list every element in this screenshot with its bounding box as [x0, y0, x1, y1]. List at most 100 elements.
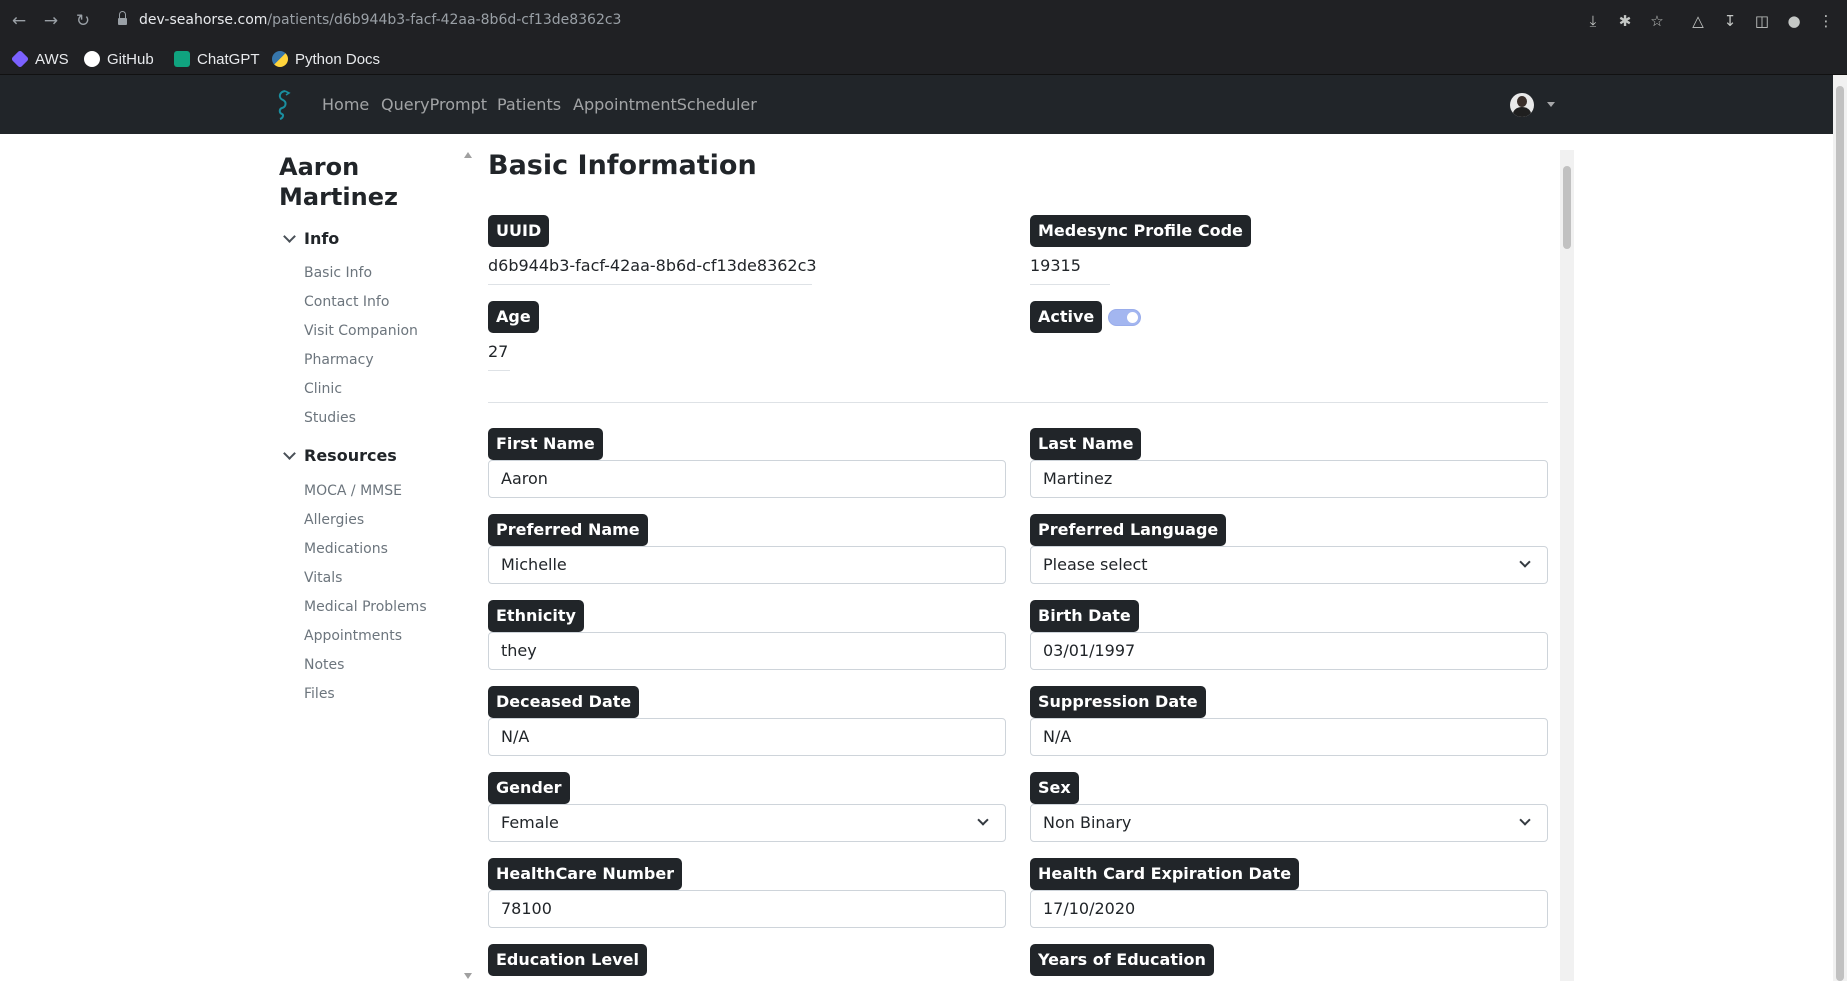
avatar[interactable]	[1510, 93, 1534, 117]
chevron-down-icon[interactable]	[1547, 102, 1555, 107]
section-divider	[488, 402, 1548, 403]
nav-home[interactable]: Home	[322, 95, 369, 114]
health-card-expiration-field[interactable]: 17/10/2020	[1030, 890, 1548, 928]
nav-queryprompt[interactable]: QueryPrompt	[381, 95, 487, 114]
labs-icon[interactable]: △	[1688, 11, 1708, 31]
sidebar-item-vitals[interactable]: Vitals	[304, 570, 342, 586]
url-host: dev-seahorse.com	[139, 12, 268, 28]
chevron-down-icon	[283, 446, 296, 460]
aws-icon	[10, 49, 30, 69]
panel-scrollbar[interactable]	[1560, 150, 1574, 981]
sex-select[interactable]: Non Binary	[1030, 804, 1548, 842]
preferred-language-value: Please select	[1043, 555, 1148, 574]
panel-scrollbar-thumb[interactable]	[1563, 166, 1571, 249]
bookmark-github[interactable]: GitHub	[84, 50, 154, 68]
sidebar-item-moca-mmse[interactable]: MOCA / MMSE	[304, 483, 402, 499]
sidebar-item-medical-problems[interactable]: Medical Problems	[304, 599, 427, 615]
healthcare-number-label: HealthCare Number	[488, 858, 683, 890]
active-toggle[interactable]	[1108, 309, 1141, 326]
section-resources-title: Resources	[304, 446, 397, 465]
share-icon[interactable]: ✱	[1615, 11, 1635, 31]
section-resources-toggle[interactable]: Resources	[283, 446, 397, 465]
reload-icon[interactable]: ↻	[73, 11, 93, 31]
sidebar-item-visit-companion[interactable]: Visit Companion	[304, 323, 418, 339]
healthcare-number-field[interactable]: 78100	[488, 890, 1006, 928]
panel-scroll-down-icon[interactable]	[464, 973, 472, 979]
preferred-name-field[interactable]: Michelle	[488, 546, 1006, 584]
github-icon	[84, 51, 100, 67]
download-icon[interactable]: ↧	[1720, 11, 1740, 31]
sidebar-item-clinic[interactable]: Clinic	[304, 381, 342, 397]
age-underline	[488, 370, 510, 371]
sidebar-item-medications[interactable]: Medications	[304, 541, 388, 557]
bookmark-chatgpt[interactable]: ChatGPT	[174, 50, 260, 68]
sidebar-item-appointments[interactable]: Appointments	[304, 628, 402, 644]
profile-code-label: Medesync Profile Code	[1030, 215, 1251, 247]
chevron-down-icon	[283, 229, 296, 243]
gender-label: Gender	[488, 772, 570, 804]
side-panel-icon[interactable]: ◫	[1752, 11, 1772, 31]
age-value: 27	[488, 342, 509, 361]
sex-value: Non Binary	[1043, 813, 1132, 832]
browser-address-bar: ← → ↻ dev-seahorse.com/patients/d6b944b3…	[0, 0, 1847, 42]
first-name-label: First Name	[488, 428, 603, 460]
suppression-date-field[interactable]: N/A	[1030, 718, 1548, 756]
install-icon[interactable]: ⤓	[1583, 11, 1603, 31]
gender-select[interactable]: Female	[488, 804, 1006, 842]
chevron-down-icon	[1519, 556, 1531, 568]
section-info-title: Info	[304, 229, 340, 248]
section-info-toggle[interactable]: Info	[283, 229, 340, 248]
sidebar-item-allergies[interactable]: Allergies	[304, 512, 364, 528]
chevron-down-icon	[1519, 814, 1531, 826]
seahorse-logo-icon[interactable]	[274, 89, 292, 121]
uuid-underline	[488, 284, 812, 285]
back-icon[interactable]: ←	[9, 11, 29, 31]
page-title: Basic Information	[488, 150, 757, 181]
nav-appointmentscheduler[interactable]: AppointmentScheduler	[573, 95, 757, 114]
first-name-field[interactable]: Aaron	[488, 460, 1006, 498]
ethnicity-field[interactable]: they	[488, 632, 1006, 670]
menu-icon[interactable]: ⋮	[1816, 11, 1836, 31]
years-of-education-label: Years of Education	[1030, 944, 1214, 976]
sidebar-item-contact-info[interactable]: Contact Info	[304, 294, 389, 310]
active-label: Active	[1030, 301, 1103, 333]
bookmark-label: Python Docs	[295, 50, 381, 68]
preferred-language-label: Preferred Language	[1030, 514, 1227, 546]
health-card-expiration-label: Health Card Expiration Date	[1030, 858, 1300, 890]
sidebar-item-notes[interactable]: Notes	[304, 657, 344, 673]
last-name-field[interactable]: Martinez	[1030, 460, 1548, 498]
birth-date-field[interactable]: 03/01/1997	[1030, 632, 1548, 670]
birth-date-label: Birth Date	[1030, 600, 1139, 632]
nav-patients[interactable]: Patients	[497, 95, 561, 114]
panel-scroll-up-icon[interactable]	[464, 152, 472, 158]
suppression-date-label: Suppression Date	[1030, 686, 1206, 718]
url-field[interactable]: dev-seahorse.com/patients/d6b944b3-facf-…	[139, 12, 621, 28]
bookmark-aws[interactable]: AWS	[10, 49, 69, 69]
uuid-label: UUID	[488, 215, 550, 247]
deceased-date-field[interactable]: N/A	[488, 718, 1006, 756]
bookmark-label: ChatGPT	[197, 50, 260, 68]
bookmark-label: AWS	[35, 50, 69, 68]
star-icon[interactable]: ☆	[1647, 11, 1667, 31]
sidebar-item-basic-info[interactable]: Basic Info	[304, 265, 372, 281]
education-level-label: Education Level	[488, 944, 647, 976]
uuid-value: d6b944b3-facf-42aa-8b6d-cf13de8362c3	[488, 256, 817, 275]
sidebar-item-pharmacy[interactable]: Pharmacy	[304, 352, 374, 368]
app-navbar: Home QueryPrompt Patients AppointmentSch…	[0, 75, 1847, 134]
bookmark-python-docs[interactable]: Python Docs	[272, 50, 380, 68]
url-path: /patients/d6b944b3-facf-42aa-8b6d-cf13de…	[267, 12, 622, 28]
sidebar-item-studies[interactable]: Studies	[304, 410, 356, 426]
page-scrollbar-thumb[interactable]	[1836, 86, 1844, 981]
profile-icon[interactable]: ●	[1784, 11, 1804, 31]
lock-icon[interactable]	[118, 11, 127, 26]
chatgpt-icon	[174, 51, 190, 67]
ethnicity-label: Ethnicity	[488, 600, 584, 632]
toggle-knob	[1127, 312, 1138, 323]
preferred-language-select[interactable]: Please select	[1030, 546, 1548, 584]
bookmarks-bar: AWS GitHub ChatGPT Python Docs	[0, 42, 1847, 75]
patient-name: Aaron Martinez	[279, 153, 398, 211]
profile-code-value: 19315	[1030, 256, 1081, 275]
patient-sidebar: Aaron Martinez Info Basic Info Contact I…	[279, 152, 459, 702]
sidebar-item-files[interactable]: Files	[304, 686, 335, 702]
forward-icon[interactable]: →	[41, 11, 61, 31]
